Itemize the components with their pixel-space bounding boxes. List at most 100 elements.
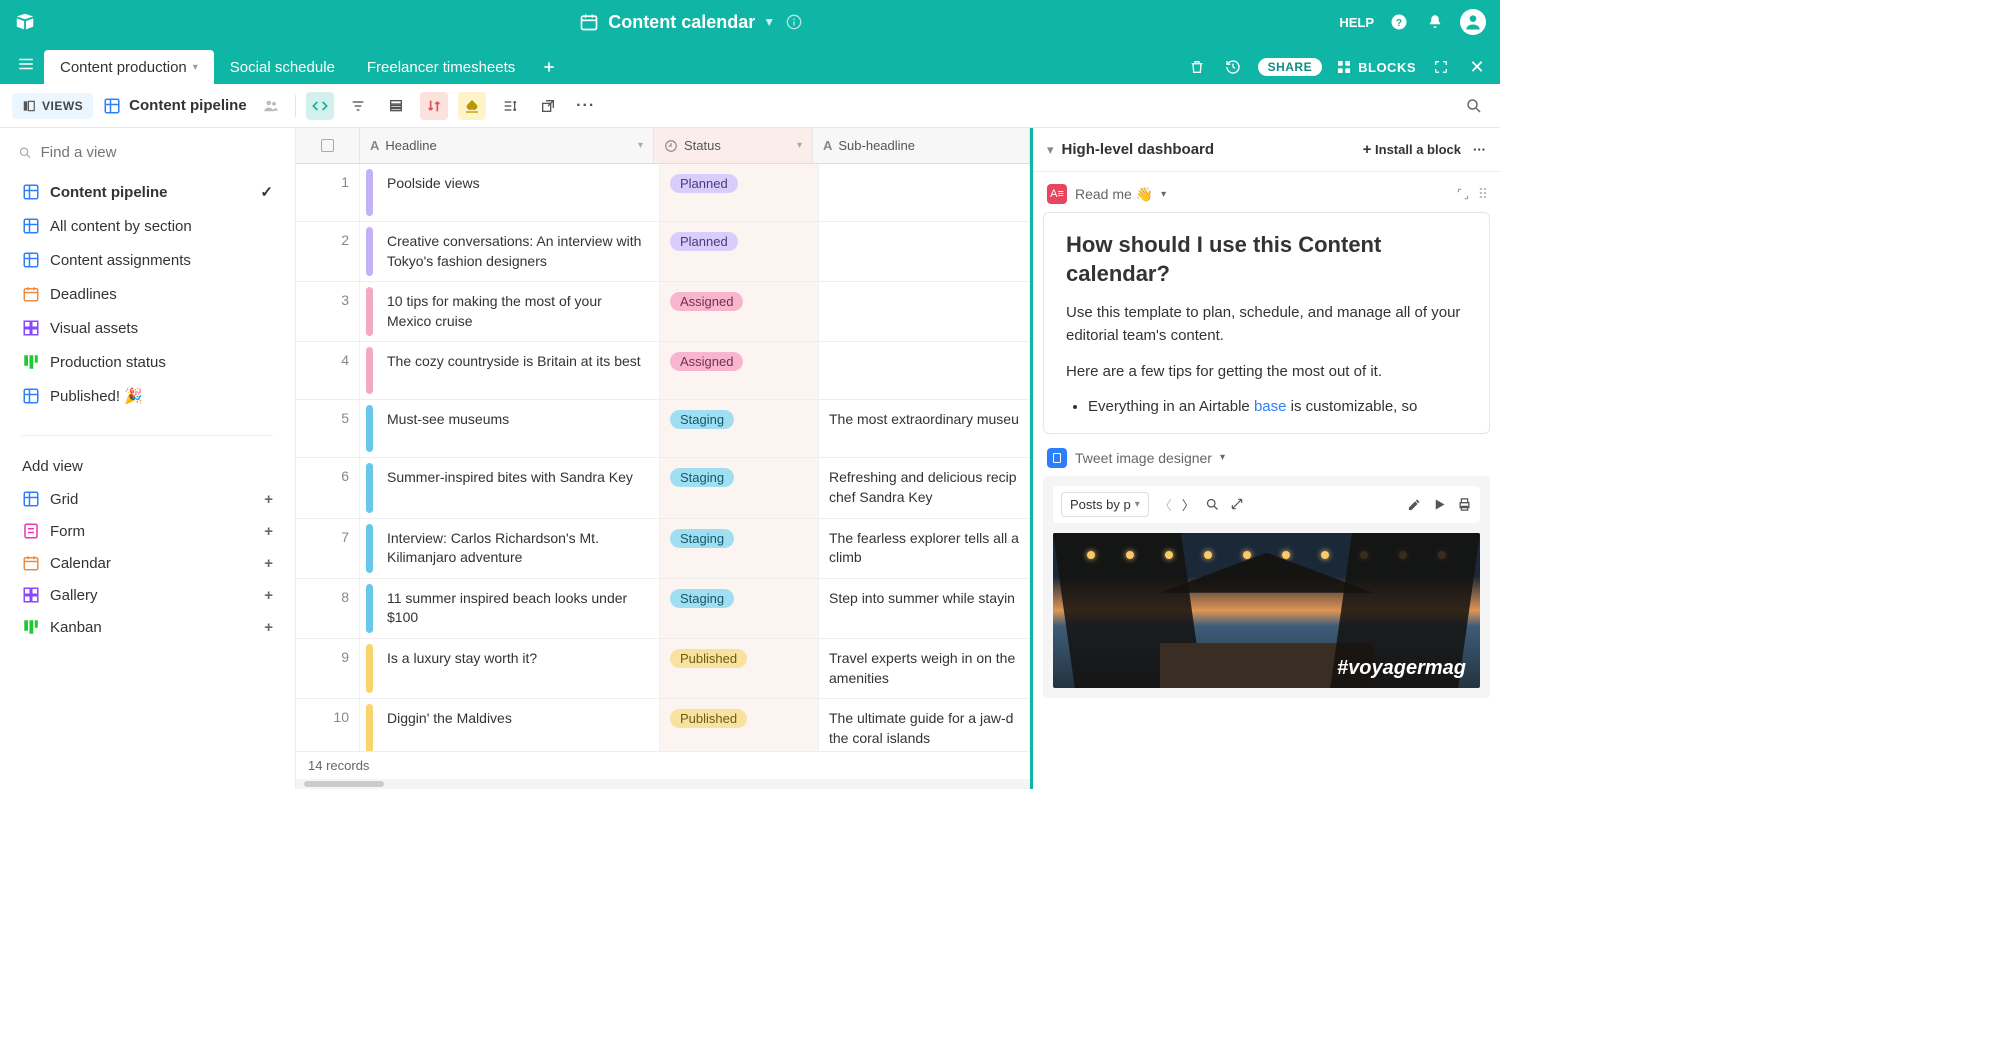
group-icon[interactable] [382, 92, 410, 120]
table-row[interactable]: 1Poolside viewsPlanned [296, 164, 1030, 222]
more-icon[interactable]: ··· [1473, 142, 1486, 157]
edit-icon[interactable] [1407, 497, 1422, 512]
dashboard-title[interactable]: High-level dashboard [1062, 141, 1355, 158]
add-view-item[interactable]: Calendar+ [4, 547, 291, 579]
table-row[interactable]: 10Diggin' the MaldivesPublishedThe ultim… [296, 699, 1030, 751]
posts-selector[interactable]: Posts by p ▾ [1061, 492, 1149, 517]
cell-subheadline[interactable]: The most extraordinary museu [819, 400, 1030, 457]
cell-subheadline[interactable] [819, 222, 1030, 281]
next-icon[interactable]: 〉 [1182, 495, 1195, 514]
menu-icon[interactable] [8, 44, 44, 84]
table-row[interactable]: 9Is a luxury stay worth it?PublishedTrav… [296, 639, 1030, 699]
sort-icon[interactable] [420, 92, 448, 120]
cell-status[interactable]: Staging [660, 519, 819, 578]
chevron-down-icon[interactable]: ▾ [193, 62, 198, 73]
close-panel-icon[interactable]: ✕ [1466, 56, 1488, 78]
cell-headline[interactable]: Diggin' the Maldives [373, 699, 660, 751]
table-row[interactable]: 6Summer-inspired bites with Sandra KeySt… [296, 458, 1030, 518]
share-button[interactable]: SHARE [1258, 58, 1323, 76]
expand-icon[interactable] [1430, 56, 1452, 78]
add-view-item[interactable]: Form+ [4, 515, 291, 547]
sidebar-view-item[interactable]: Content assignments [4, 243, 291, 277]
play-icon[interactable] [1432, 497, 1447, 512]
bell-icon[interactable] [1424, 11, 1446, 33]
chevron-down-icon[interactable]: ▾ [638, 140, 643, 151]
cell-subheadline[interactable]: Refreshing and delicious recip chef Sand… [819, 458, 1030, 517]
help-icon[interactable]: ? [1388, 11, 1410, 33]
sidebar-view-item[interactable]: Content pipeline✓ [4, 175, 291, 209]
cell-status[interactable]: Assigned [660, 282, 819, 341]
user-avatar[interactable] [1460, 9, 1486, 35]
plus-icon[interactable]: + [264, 491, 273, 508]
base-name[interactable]: Content calendar [608, 12, 755, 33]
sidebar-view-item[interactable]: All content by section [4, 209, 291, 243]
column-header-status[interactable]: Status ▾ [654, 128, 813, 163]
install-block-button[interactable]: + Install a block [1363, 141, 1461, 158]
block-header-readme[interactable]: A≡ Read me 👋 ▾ ⠿ [1043, 180, 1490, 208]
search-icon[interactable] [1460, 92, 1488, 120]
base-link[interactable]: base [1254, 398, 1287, 415]
add-view-item[interactable]: Kanban+ [4, 611, 291, 643]
column-header-headline[interactable]: A Headline ▾ [360, 128, 654, 163]
cell-headline[interactable]: Is a luxury stay worth it? [373, 639, 660, 698]
share-view-icon[interactable] [534, 92, 562, 120]
filter-icon[interactable] [344, 92, 372, 120]
row-height-icon[interactable] [496, 92, 524, 120]
sidebar-view-item[interactable]: Visual assets [4, 311, 291, 345]
code-icon[interactable] [306, 92, 334, 120]
table-row[interactable]: 811 summer inspired beach looks under $1… [296, 579, 1030, 639]
cell-status[interactable]: Assigned [660, 342, 819, 399]
print-icon[interactable] [1457, 497, 1472, 512]
cell-headline[interactable]: The cozy countryside is Britain at its b… [373, 342, 660, 399]
chevron-down-icon[interactable]: ▾ [797, 140, 802, 151]
table-tab[interactable]: Content production▾ [44, 50, 214, 84]
expand-block-icon[interactable] [1456, 187, 1470, 201]
table-row[interactable]: 4The cozy countryside is Britain at its … [296, 342, 1030, 400]
cell-status[interactable]: Staging [660, 400, 819, 457]
cell-headline[interactable]: Creative conversations: An interview wit… [373, 222, 660, 281]
app-logo-icon[interactable] [14, 11, 36, 33]
prev-icon[interactable]: 〈 [1159, 495, 1172, 514]
help-link[interactable]: HELP [1339, 15, 1374, 30]
chevron-down-icon[interactable]: ▼ [763, 15, 775, 29]
cell-headline[interactable]: Must-see museums [373, 400, 660, 457]
expand-icon[interactable] [1230, 497, 1244, 511]
plus-icon[interactable]: + [264, 619, 273, 636]
plus-icon[interactable]: + [264, 587, 273, 604]
table-row[interactable]: 7Interview: Carlos Richardson's Mt. Kili… [296, 519, 1030, 579]
select-all-checkbox[interactable] [296, 128, 360, 163]
table-row[interactable]: 310 tips for making the most of your Mex… [296, 282, 1030, 342]
table-tab[interactable]: Social schedule [214, 50, 351, 84]
chevron-down-icon[interactable]: ▾ [1161, 189, 1166, 200]
color-icon[interactable] [458, 92, 486, 120]
table-tab[interactable]: Freelancer timesheets [351, 50, 531, 84]
cell-subheadline[interactable]: The fearless explorer tells all a climb [819, 519, 1030, 578]
add-table-button[interactable] [531, 50, 567, 84]
column-header-sub[interactable]: A Sub-headline [813, 128, 1030, 163]
cell-status[interactable]: Published [660, 699, 819, 751]
cell-subheadline[interactable]: Travel experts weigh in on the amenities [819, 639, 1030, 698]
cell-headline[interactable]: Interview: Carlos Richardson's Mt. Kilim… [373, 519, 660, 578]
search-icon[interactable] [1205, 497, 1220, 512]
cell-status[interactable]: Staging [660, 458, 819, 517]
info-icon[interactable] [783, 11, 805, 33]
find-view-input[interactable] [41, 144, 277, 161]
drag-handle-icon[interactable]: ⠿ [1478, 186, 1486, 203]
cell-status[interactable]: Staging [660, 579, 819, 638]
table-row[interactable]: 2Creative conversations: An interview wi… [296, 222, 1030, 282]
block-header-tweet[interactable]: Tweet image designer ▾ [1043, 444, 1490, 472]
add-view-item[interactable]: Grid+ [4, 483, 291, 515]
add-view-item[interactable]: Gallery+ [4, 579, 291, 611]
chevron-down-icon[interactable]: ▾ [1220, 452, 1225, 463]
cell-headline[interactable]: Poolside views [373, 164, 660, 221]
sidebar-view-item[interactable]: Published! 🎉 [4, 379, 291, 413]
cell-subheadline[interactable]: The ultimate guide for a jaw-d the coral… [819, 699, 1030, 751]
sidebar-view-item[interactable]: Production status [4, 345, 291, 379]
cell-headline[interactable]: 11 summer inspired beach looks under $10… [373, 579, 660, 638]
cell-headline[interactable]: 10 tips for making the most of your Mexi… [373, 282, 660, 341]
more-icon[interactable]: ··· [572, 92, 600, 120]
cell-status[interactable]: Planned [660, 222, 819, 281]
find-view-search[interactable] [4, 138, 291, 167]
cell-subheadline[interactable] [819, 282, 1030, 341]
history-icon[interactable] [1222, 56, 1244, 78]
